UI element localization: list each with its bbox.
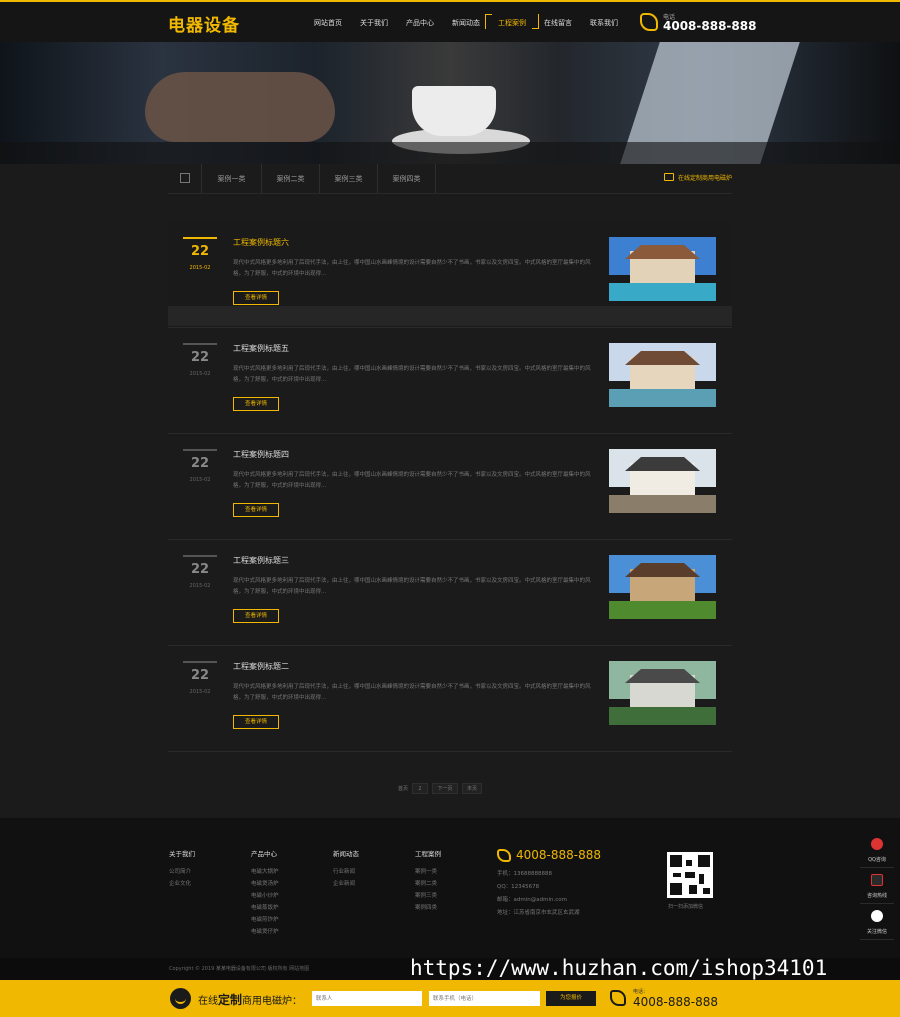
case-date: 22 2015-02 [183, 343, 217, 377]
case-title[interactable]: 工程案例标题五 [233, 343, 289, 354]
contact-name-input[interactable] [312, 991, 422, 1006]
nav-cases[interactable]: 工程案例 [485, 2, 539, 44]
qr-caption: 扫一扫添加微信 [668, 904, 704, 910]
case-thumbnail[interactable] [609, 449, 716, 513]
quote-bar: 在线定制商用电磁炉： 为您报价 电话： 4008-888-888 [0, 980, 900, 1017]
pagination: 首页 2 下一页 末页 [398, 783, 486, 794]
bottom-phone-number: 4008-888-888 [633, 995, 719, 1009]
footer: 关于我们 公司简介 企业文化 产品中心 电磁大锅炉 电磁煲汤炉 电磁小炒炉 电磁… [0, 818, 900, 958]
case-date: 22 2015-02 [183, 237, 217, 271]
hotline-button[interactable]: 咨询热线 [860, 868, 894, 904]
quote-label: 在线定制商用电磁炉： [198, 993, 303, 1007]
view-details-button[interactable]: 查看详情 [233, 503, 279, 517]
case-date: 22 2015-02 [183, 555, 217, 589]
header-phone-number: 4008-888-888 [663, 19, 757, 33]
footer-col-products: 产品中心 电磁大锅炉 电磁煲汤炉 电磁小炒炉 电磁蒸饭炉 电磁煎炸炉 电磁煲仔炉 [251, 850, 279, 935]
phone-icon [640, 13, 658, 31]
watermark-url: https://www.huzhan.com/ishop34101 [410, 956, 828, 980]
site-logo[interactable]: 电器设备 [168, 11, 240, 36]
side-float-panel: QQ咨询 咨询热线 关注微信 [860, 832, 894, 940]
banner-image [0, 42, 900, 164]
phone-icon [497, 849, 511, 862]
nav-about[interactable]: 关于我们 [351, 2, 397, 44]
case-date: 22 2015-02 [183, 449, 217, 483]
case-list: 22 2015-02 工程案例标题六 现代中式风格更多地利用了后现代手法，由上往… [168, 222, 732, 752]
case-date: 22 2015-02 [183, 661, 217, 695]
phone-icon [610, 990, 626, 1006]
case-description: 现代中式风格更多地利用了后现代手法，由上往，哪中国山水画峰情境的设计需要自然少不… [233, 578, 591, 595]
nav-products[interactable]: 产品中心 [397, 2, 443, 44]
case-description: 现代中式风格更多地利用了后现代手法，由上往，哪中国山水画峰情境的设计需要自然少不… [233, 260, 591, 277]
copyright-text: Copyright © 2019 某某电器设备有限公司 版权所有 网站地图 [169, 966, 310, 972]
case-title[interactable]: 工程案例标题二 [233, 661, 289, 672]
case-item[interactable]: 22 2015-02 工程案例标题二 现代中式风格更多地利用了后现代手法，由上往… [168, 646, 732, 752]
footer-col-cases: 工程案例 案例一类 案例二类 案例三类 案例四类 [415, 850, 441, 911]
pager-next[interactable]: 下一页 [432, 783, 459, 794]
tab-category-4[interactable]: 案例四类 [378, 164, 436, 194]
wechat-follow-button[interactable]: 关注微信 [860, 904, 894, 940]
wechat-qr-code [667, 852, 713, 898]
qq-consult-button[interactable]: QQ咨询 [860, 832, 894, 868]
view-details-button[interactable]: 查看详情 [233, 291, 279, 305]
get-quote-button[interactable]: 为您报价 [546, 991, 596, 1006]
case-item[interactable]: 22 2015-02 工程案例标题三 现代中式风格更多地利用了后现代手法，由上往… [168, 540, 732, 646]
contact-phone-input[interactable] [429, 991, 540, 1006]
pager-first[interactable]: 首页 [398, 785, 408, 792]
case-description: 现代中式风格更多地利用了后现代手法，由上往，哪中国山水画峰情境的设计需要自然少不… [233, 366, 591, 383]
case-thumbnail[interactable] [609, 343, 716, 407]
nav-news[interactable]: 新闻动态 [443, 2, 489, 44]
footer-col-news: 新闻动态 行业新闻 企业新闻 [333, 850, 359, 887]
home-button[interactable] [168, 164, 202, 194]
case-title[interactable]: 工程案例标题三 [233, 555, 289, 566]
nav-contact[interactable]: 联系我们 [581, 2, 627, 44]
edit-icon [663, 173, 674, 181]
hotline-icon [871, 874, 883, 886]
footer-contact-info: 手机：13688888888 QQ：12345678 邮箱：admin@admi… [497, 871, 580, 916]
category-subnav: 案例一类 案例二类 案例三类 案例四类 在线定制商用电磁炉 [168, 164, 732, 194]
tab-category-2[interactable]: 案例二类 [262, 164, 320, 194]
pager-last[interactable]: 末页 [462, 783, 483, 794]
pager-current[interactable]: 2 [412, 783, 429, 794]
nav-message[interactable]: 在线留言 [535, 2, 581, 44]
qq-icon [871, 838, 883, 850]
tab-category-1[interactable]: 案例一类 [202, 164, 262, 194]
case-thumbnail[interactable] [609, 661, 716, 725]
online-order-link[interactable]: 在线定制商用电磁炉 [663, 173, 732, 182]
smile-icon [170, 988, 191, 1009]
wechat-icon [871, 910, 883, 922]
bottom-phone-label: 电话： [633, 989, 649, 995]
page: 电器设备 网站首页 关于我们 产品中心 新闻动态 工程案例 在线留言 联系我们 … [0, 0, 900, 1017]
view-details-button[interactable]: 查看详情 [233, 609, 279, 623]
case-item[interactable]: 22 2015-02 工程案例标题四 现代中式风格更多地利用了后现代手法，由上往… [168, 434, 732, 540]
case-description: 现代中式风格更多地利用了后现代手法，由上往，哪中国山水画峰情境的设计需要自然少不… [233, 684, 591, 701]
case-title[interactable]: 工程案例标题四 [233, 449, 289, 460]
footer-phone: 4008-888-888 [516, 848, 602, 862]
view-details-button[interactable]: 查看详情 [233, 715, 279, 729]
case-thumbnail[interactable] [609, 237, 716, 301]
nav-home[interactable]: 网站首页 [305, 2, 351, 44]
main-nav: 网站首页 关于我们 产品中心 新闻动态 工程案例 在线留言 联系我们 [305, 2, 627, 44]
case-item[interactable]: 22 2015-02 工程案例标题五 现代中式风格更多地利用了后现代手法，由上往… [168, 328, 732, 434]
case-thumbnail[interactable] [609, 555, 716, 619]
top-header: 电器设备 网站首页 关于我们 产品中心 新闻动态 工程案例 在线留言 联系我们 … [0, 0, 900, 42]
case-title[interactable]: 工程案例标题六 [233, 237, 289, 248]
view-details-button[interactable]: 查看详情 [233, 397, 279, 411]
case-description: 现代中式风格更多地利用了后现代手法，由上往，哪中国山水画峰情境的设计需要自然少不… [233, 472, 591, 489]
footer-col-about: 关于我们 公司简介 企业文化 [169, 850, 195, 887]
home-icon [180, 173, 190, 183]
tab-category-3[interactable]: 案例三类 [320, 164, 378, 194]
case-item[interactable]: 22 2015-02 工程案例标题六 现代中式风格更多地利用了后现代手法，由上往… [168, 222, 732, 328]
